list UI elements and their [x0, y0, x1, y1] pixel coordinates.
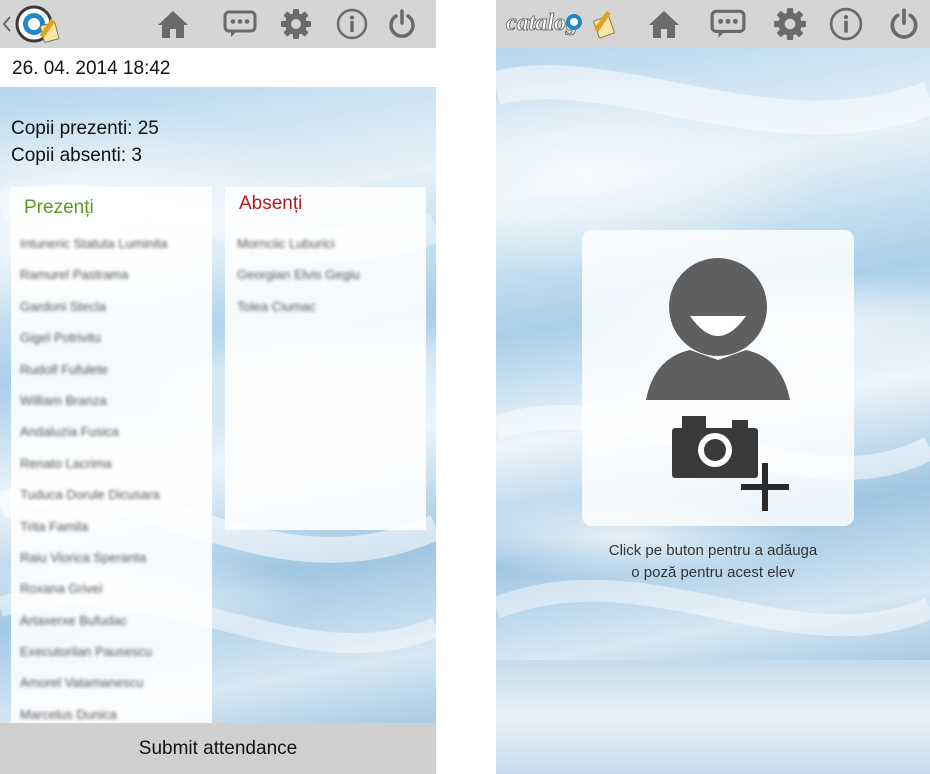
absent-student-item[interactable]: Mornciic Luburici	[237, 236, 360, 267]
home-icon[interactable]	[155, 6, 191, 42]
present-list: Intuneric Statuta Luminita Ramurel Pastr…	[20, 236, 167, 723]
home-icon[interactable]	[646, 6, 682, 42]
info-icon[interactable]	[334, 6, 370, 42]
present-student-item[interactable]: Intuneric Statuta Luminita	[20, 236, 167, 267]
present-student-item[interactable]: Rudolf Fufulete	[20, 362, 167, 393]
present-student-item[interactable]: Trita Famila	[20, 519, 167, 550]
catalog-logo-icon[interactable]: catalog	[504, 4, 624, 46]
present-list-panel: Prezenți Intuneric Statuta Luminita Ramu…	[11, 187, 212, 723]
messages-icon[interactable]	[710, 6, 746, 42]
date-bar: 26. 04. 2014 18:42	[0, 48, 436, 87]
present-student-item[interactable]: Amorel Vatamanescu	[20, 675, 167, 706]
present-student-item[interactable]: Tuduca Dorule Dicusara	[20, 487, 167, 518]
present-student-item[interactable]: Renato Lacrima	[20, 456, 167, 487]
person-silhouette-icon	[646, 258, 790, 400]
attendance-counts: Copii prezenti: 25 Copii absenti: 3	[11, 115, 159, 169]
date-time-label: 26. 04. 2014 18:42	[12, 58, 171, 79]
power-icon[interactable]	[886, 6, 922, 42]
absent-student-item[interactable]: Georgian Elvis Gegiu	[237, 267, 360, 298]
present-student-item[interactable]: Executorilan Pausescu	[20, 644, 167, 675]
absent-title: Absenți	[239, 193, 303, 214]
present-title: Prezenți	[24, 197, 94, 218]
hint-line-1: Click pe buton pentru a adăuga	[608, 542, 818, 559]
present-student-item[interactable]: Raiu Viorica Speranta	[20, 550, 167, 581]
hint-line-2: o poză pentru acest elev	[631, 564, 795, 581]
add-photo-hint: Click pe buton pentru a adăuga o poză pe…	[496, 540, 930, 584]
absent-student-item[interactable]: Tolea Ciumac	[237, 299, 360, 330]
present-student-item[interactable]: Artaxerxe Bufudac	[20, 613, 167, 644]
present-count: Copii prezenti: 25	[11, 118, 159, 139]
top-bar	[0, 0, 436, 48]
power-icon[interactable]	[384, 6, 420, 42]
absent-count: Copii absenti: 3	[11, 145, 142, 166]
present-student-item[interactable]: Ramurel Pastrama	[20, 267, 167, 298]
absent-list-panel: Absenți Mornciic Luburici Georgian Elvis…	[225, 187, 426, 530]
present-student-item[interactable]: Roxana Grivei	[20, 581, 167, 612]
messages-icon[interactable]	[222, 6, 258, 42]
info-icon[interactable]	[828, 6, 864, 42]
present-student-item[interactable]: Andaluzia Fusica	[20, 424, 167, 455]
back-chevron-icon[interactable]	[0, 6, 14, 42]
app-logo-icon[interactable]	[14, 2, 64, 46]
add-photo-button[interactable]	[582, 230, 854, 526]
submit-attendance-button[interactable]: Submit attendance	[0, 723, 436, 774]
attendance-screen: 26. 04. 2014 18:42 Copii prezenti: 25 Co…	[0, 0, 436, 774]
present-student-item[interactable]: Gardoni Stecla	[20, 299, 167, 330]
present-student-item[interactable]: Gigel Potrivitu	[20, 330, 167, 361]
settings-gear-icon[interactable]	[772, 6, 808, 42]
settings-gear-icon[interactable]	[278, 6, 314, 42]
absent-list: Mornciic Luburici Georgian Elvis Gegiu T…	[237, 236, 360, 330]
top-bar: catalog	[496, 0, 930, 48]
bottom-area	[496, 660, 930, 774]
student-photo-screen: catalog Click pe buton pentru a adăuga o…	[496, 0, 930, 774]
present-student-item[interactable]: Marcelus Dunica	[20, 707, 167, 723]
camera-plus-icon	[672, 416, 789, 511]
present-student-item[interactable]: William Branza	[20, 393, 167, 424]
